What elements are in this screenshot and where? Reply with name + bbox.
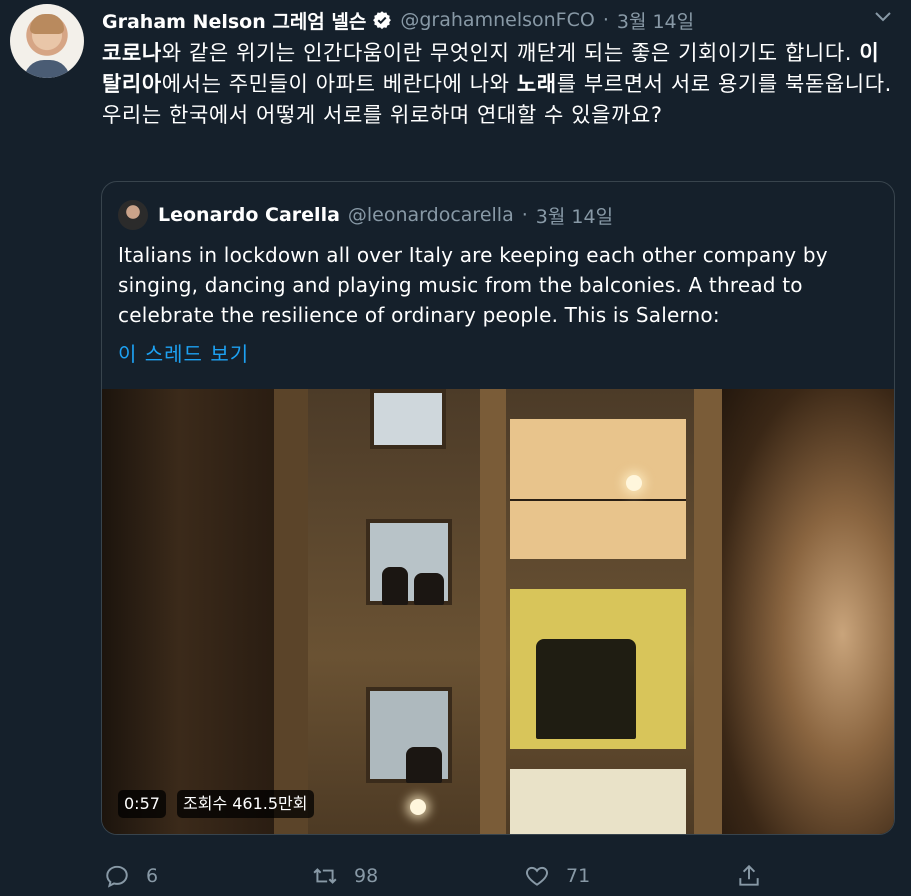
video-blur-left: [102, 389, 274, 834]
building-window: [370, 389, 446, 449]
quoted-avatar: [118, 200, 148, 230]
balcony-lamp: [626, 475, 642, 491]
heart-icon: [526, 866, 548, 886]
like-count: 71: [566, 865, 591, 887]
video-frame: [274, 389, 722, 834]
person-silhouette: [382, 567, 408, 605]
balcony-lit: [510, 769, 686, 834]
quoted-tweet[interactable]: Leonardo Carella @leonardocarella · 3월 1…: [101, 181, 895, 835]
building-pillar: [694, 389, 722, 834]
retweet-icon: [313, 868, 337, 884]
quoted-header: Leonardo Carella @leonardocarella · 3월 1…: [118, 200, 613, 230]
like-button[interactable]: 71: [524, 858, 590, 894]
video-blur-right: [722, 389, 894, 834]
video-views-badge: 조회수 461.5만회: [177, 790, 314, 818]
text-segment-bold: 코로나: [102, 41, 162, 65]
avatar-hair: [30, 14, 64, 34]
reply-button[interactable]: 6: [104, 858, 158, 894]
verified-badge-icon: [373, 11, 392, 30]
avatar-shirt: [24, 60, 70, 78]
tweet-header: Graham Nelson 그레엄 넬슨 @grahamnelsonFCO · …: [102, 6, 694, 34]
balcony-rail: [510, 499, 686, 501]
quoted-date: 3월 14일: [535, 205, 614, 228]
share-button[interactable]: [736, 858, 778, 894]
text-segment-bold: 노래: [516, 72, 557, 96]
building-pillar: [274, 389, 308, 834]
person-silhouette: [414, 573, 444, 605]
text-segment: 와 같은 위기는 인간다움이란 무엇인지 깨닫게 되는 좋은 기회이기도 합니다…: [161, 41, 860, 65]
building-pillar: [480, 389, 506, 834]
separator-dot: ·: [602, 9, 609, 31]
tweet-actions: 6 98 71: [0, 858, 911, 894]
avatar[interactable]: [10, 4, 84, 78]
reply-icon: [106, 865, 128, 888]
quoted-author-handle: @leonardocarella: [347, 204, 514, 226]
tweet-date[interactable]: 3월 14일: [617, 7, 694, 34]
chevron-down-icon[interactable]: [872, 8, 894, 26]
text-segment: 에서는 주민들이 아파트 베란다에 나와: [161, 72, 517, 96]
person-silhouette: [406, 747, 442, 783]
balcony-lit: [510, 419, 686, 559]
street-lamp: [410, 799, 426, 815]
person-silhouette: [536, 639, 636, 739]
author-handle[interactable]: @grahamnelsonFCO: [400, 9, 594, 31]
reply-count: 6: [146, 865, 159, 887]
video-player[interactable]: 0:57 조회수 461.5만회: [102, 389, 894, 834]
retweet-count: 98: [354, 865, 379, 887]
tweet-text: 코로나와 같은 위기는 인간다움이란 무엇인지 깨닫게 되는 좋은 기회이기도 …: [102, 38, 897, 131]
quoted-text: Italians in lockdown all over Italy are …: [118, 243, 828, 327]
video-duration-badge: 0:57: [118, 790, 166, 818]
author-name[interactable]: Graham Nelson 그레엄 넬슨: [102, 7, 366, 34]
retweet-button[interactable]: 98: [312, 858, 378, 894]
share-icon: [739, 864, 759, 886]
show-thread-link[interactable]: 이 스레드 보기: [118, 338, 249, 367]
quoted-separator-dot: ·: [521, 204, 528, 226]
quoted-author-name: Leonardo Carella: [158, 204, 340, 226]
